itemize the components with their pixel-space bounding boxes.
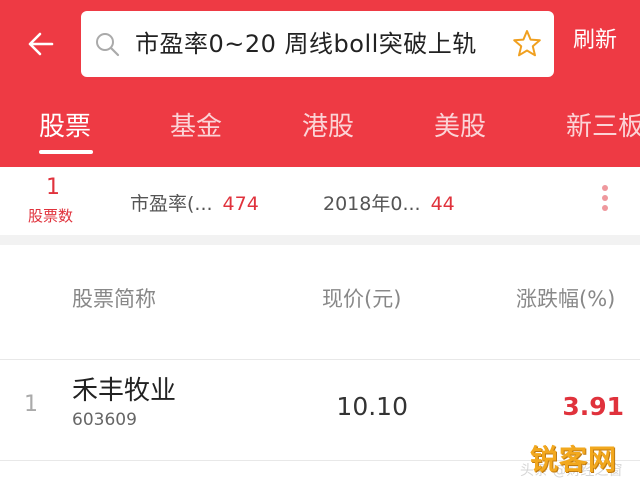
back-button[interactable] [22, 24, 58, 64]
search-query-text: 市盈率0~20 周线boll突破上轨 [135, 30, 477, 58]
column-header-price[interactable]: 现价(元) [322, 283, 401, 313]
condition-label: 市盈率(... [130, 193, 213, 215]
summary-bar: 1 股票数 市盈率(... 474 2018年0... 44 [0, 167, 640, 235]
stock-change: 3.91 [562, 392, 624, 421]
section-gap [0, 235, 640, 245]
condition-filter-1[interactable]: 市盈率(... 474 [130, 189, 259, 216]
column-header-change[interactable]: 涨跌幅(%) [516, 283, 615, 313]
tab-new-third-board[interactable]: 新三板 [566, 106, 640, 143]
tab-stocks[interactable]: 股票 [39, 106, 91, 143]
header-bar: 市盈率0~20 周线boll突破上轨 刷新 股票 基金 港股 美股 新三板 [0, 0, 640, 167]
market-tabs: 股票 基金 港股 美股 新三板 [0, 100, 640, 167]
stock-code: 603609 [72, 410, 137, 430]
stock-price: 10.10 [336, 392, 408, 421]
stock-count-label: 股票数 [28, 207, 74, 225]
tab-funds[interactable]: 基金 [170, 106, 222, 143]
condition-count: 44 [430, 193, 455, 215]
active-tab-indicator [39, 150, 93, 154]
star-icon[interactable] [511, 28, 543, 60]
watermark-logo-text: 锐客网 [530, 443, 618, 476]
column-header-name[interactable]: 股票简称 [72, 283, 156, 313]
condition-label: 2018年0... [323, 193, 421, 215]
tab-hk-stocks[interactable]: 港股 [302, 106, 354, 143]
row-index: 1 [24, 392, 38, 417]
condition-count: 474 [222, 193, 259, 215]
stock-name: 禾丰牧业 [72, 376, 177, 406]
refresh-button[interactable]: 刷新 [573, 22, 617, 54]
back-arrow-icon [28, 32, 54, 56]
tab-us-stocks[interactable]: 美股 [434, 106, 486, 143]
watermark-logo: 头条 @财经之窗 锐客网 [520, 438, 638, 479]
search-icon [96, 33, 120, 57]
more-vertical-icon[interactable] [599, 185, 611, 217]
condition-filter-2[interactable]: 2018年0... 44 [323, 189, 455, 216]
search-input[interactable]: 市盈率0~20 周线boll突破上轨 [81, 11, 554, 77]
stock-count: 1 [46, 175, 60, 200]
